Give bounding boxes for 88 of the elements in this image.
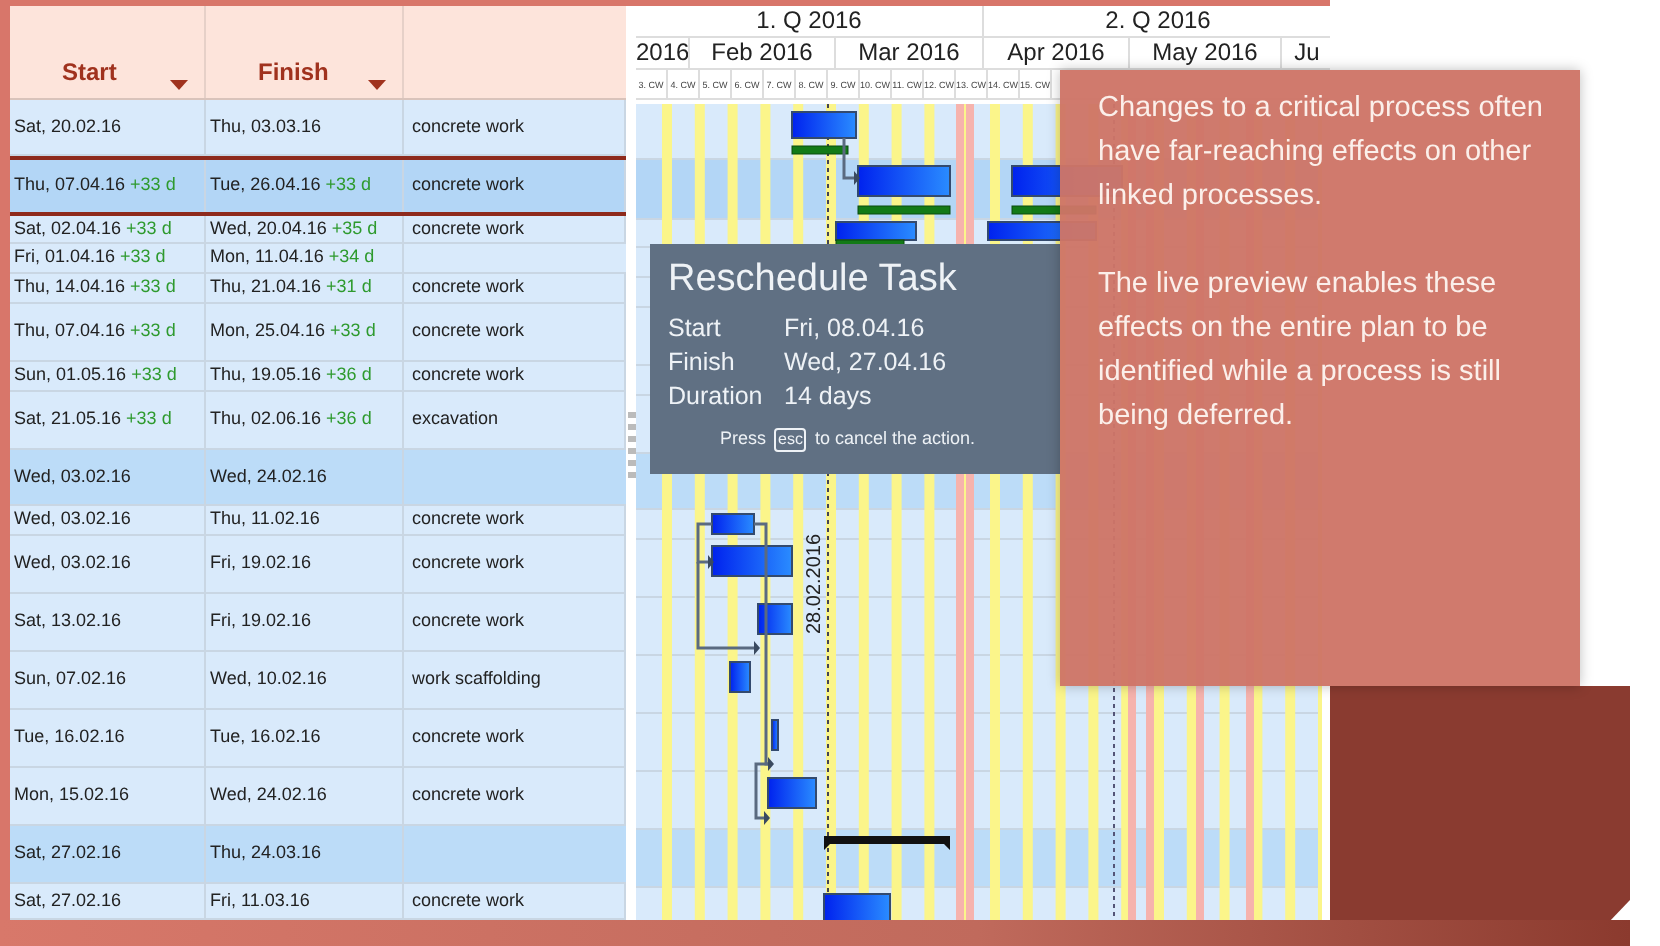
table-row[interactable]: Wed, 03.02.16 Wed, 24.02.16 bbox=[10, 450, 626, 506]
table-cell: Wed, 03.02.16 bbox=[10, 536, 206, 592]
table-cell: Thu, 11.02.16 bbox=[206, 506, 404, 534]
table-row[interactable]: Thu, 07.04.16 +33 d Tue, 26.04.16 +33 d concrete work bbox=[10, 156, 626, 216]
dependency-arrow bbox=[842, 138, 860, 185]
table-row[interactable]: Sat, 27.02.16 Fri, 11.03.16 concrete work bbox=[10, 884, 626, 920]
table-cell: Sun, 01.05.16 +33 d bbox=[10, 362, 206, 390]
table-row[interactable]: Mon, 15.02.16 Wed, 24.02.16 concrete work bbox=[10, 768, 626, 826]
callout-paragraph: The live preview enables these effects on the entire plan to be identified while a process is still being deferred. bbox=[1098, 266, 1503, 436]
task-bar bbox=[711, 545, 793, 577]
month-label: 2016 bbox=[636, 38, 690, 68]
table-cell: Wed, 20.04.16 +35 d bbox=[206, 216, 404, 242]
table-cell: Fri, 19.02.16 bbox=[206, 536, 404, 592]
task-bar bbox=[767, 777, 817, 809]
table-cell: Thu, 14.04.16 +33 d bbox=[10, 274, 206, 302]
key-cap: esc bbox=[774, 427, 807, 452]
task-bar bbox=[857, 165, 951, 197]
table-cell: Wed, 24.02.16 bbox=[206, 768, 404, 824]
caret-icon[interactable] bbox=[368, 80, 386, 90]
table-cell: Thu, 02.06.16 +36 d bbox=[206, 392, 404, 448]
table-cell: Thu, 21.04.16 +31 d bbox=[206, 274, 404, 302]
month-label: Apr 2016 bbox=[984, 38, 1130, 68]
column-header[interactable]: Finish bbox=[258, 54, 329, 90]
table-row[interactable]: Thu, 07.04.16 +33 d Mon, 25.04.16 +33 d concrete work bbox=[10, 304, 626, 362]
table-row[interactable]: Thu, 14.04.16 +33 d Thu, 21.04.16 +31 d concrete work bbox=[10, 274, 626, 304]
table-cell: Tue, 26.04.16 +33 d bbox=[206, 160, 404, 212]
field-value: 14 days bbox=[784, 380, 872, 414]
task-bar bbox=[757, 603, 793, 635]
field-label: Start bbox=[668, 312, 723, 346]
month-label: Mar 2016 bbox=[836, 38, 984, 68]
table-cell: Sat, 27.02.16 bbox=[10, 884, 206, 918]
hint-text: Press bbox=[720, 426, 767, 452]
table-cell: Sat, 02.04.16 +33 d bbox=[10, 216, 206, 242]
table-row[interactable]: Fri, 01.04.16 +33 d Mon, 11.04.16 +34 d bbox=[10, 244, 626, 274]
table-cell: Sun, 07.02.16 bbox=[10, 652, 206, 708]
table-cell: Thu, 07.04.16 +33 d bbox=[10, 304, 206, 360]
task-bar bbox=[771, 719, 779, 751]
table-cell: Fri, 01.04.16 +33 d bbox=[10, 244, 206, 272]
table-cell: Wed, 24.02.16 bbox=[206, 450, 404, 504]
table-cell: Fri, 11.03.16 bbox=[206, 884, 404, 918]
table-cell: Mon, 11.04.16 +34 d bbox=[206, 244, 404, 272]
table-row[interactable]: Sat, 13.02.16 Fri, 19.02.16 concrete work bbox=[10, 594, 626, 652]
table-row[interactable]: Sun, 01.05.16 +33 d Thu, 19.05.16 +36 d concrete work bbox=[10, 362, 626, 392]
field-value: Wed, 27.04.16 bbox=[784, 346, 947, 380]
table-cell: Sat, 27.02.16 bbox=[10, 826, 206, 882]
table-row[interactable]: Wed, 03.02.16 Fri, 19.02.16 concrete work bbox=[10, 536, 626, 594]
table-cell: Wed, 10.02.16 bbox=[206, 652, 404, 708]
table-row[interactable]: Sat, 27.02.16 Thu, 24.03.16 bbox=[10, 826, 626, 884]
table-cell: Sat, 20.02.16 bbox=[10, 100, 206, 154]
table-row[interactable]: Sat, 21.05.16 +33 d Thu, 02.06.16 +36 d excavation bbox=[10, 392, 626, 450]
table-cell: Mon, 25.04.16 +33 d bbox=[206, 304, 404, 360]
table-row[interactable]: Sun, 07.02.16 Wed, 10.02.16 work scaffolding bbox=[10, 652, 626, 710]
table-cell: Tue, 16.02.16 bbox=[206, 710, 404, 766]
hint-text: to cancel the action. bbox=[814, 426, 976, 452]
table-cell: Thu, 24.03.16 bbox=[206, 826, 404, 882]
column-header[interactable]: Start bbox=[62, 54, 117, 90]
table-row[interactable]: Sat, 02.04.16 +33 d Wed, 20.04.16 +35 d concrete work bbox=[10, 216, 626, 244]
table-cell: Thu, 03.03.16 bbox=[206, 100, 404, 154]
month-label: Feb 2016 bbox=[690, 38, 836, 68]
task-bar bbox=[729, 661, 751, 693]
grip-icon[interactable] bbox=[627, 412, 635, 480]
table-row[interactable]: Sat, 20.02.16 Thu, 03.03.16 concrete work bbox=[10, 100, 626, 156]
table-cell: Mon, 15.02.16 bbox=[10, 768, 206, 824]
task-bar bbox=[791, 111, 857, 139]
table-cell: Sat, 13.02.16 bbox=[10, 594, 206, 650]
callout-paragraph: Changes to a critical process often have far-reaching effects on other linked processes. bbox=[1098, 90, 1544, 216]
table-cell: Sat, 21.05.16 +33 d bbox=[10, 392, 206, 448]
month-label: May 2016 bbox=[1130, 38, 1282, 68]
table-cell: Thu, 07.04.16 +33 d bbox=[10, 160, 206, 212]
summary-bracket bbox=[824, 836, 950, 850]
tooltip-title: Reschedule Task bbox=[668, 256, 959, 304]
field-label: Finish bbox=[668, 346, 737, 380]
table-cell: Wed, 03.02.16 bbox=[10, 506, 206, 534]
table-row[interactable]: Tue, 16.02.16 Tue, 16.02.16 concrete work bbox=[10, 710, 626, 768]
task-bar bbox=[835, 221, 917, 241]
field-value: Fri, 08.04.16 bbox=[784, 312, 925, 346]
table-cell: Fri, 19.02.16 bbox=[206, 594, 404, 650]
caret-icon[interactable] bbox=[170, 80, 188, 90]
quarter-label: 1. Q 2016 bbox=[636, 6, 984, 36]
field-label: Duration bbox=[668, 380, 765, 414]
table-cell: Wed, 03.02.16 bbox=[10, 450, 206, 504]
quarter-label: 2. Q 2016 bbox=[984, 6, 1330, 36]
date-marker-label: 28.02.2016 bbox=[804, 533, 826, 634]
table-row[interactable]: Wed, 03.02.16 Thu, 11.02.16 concrete work bbox=[10, 506, 626, 536]
task-bar bbox=[711, 513, 755, 535]
month-label: Ju bbox=[1282, 38, 1330, 68]
table-cell: Tue, 16.02.16 bbox=[10, 710, 206, 766]
table-cell: Thu, 19.05.16 +36 d bbox=[206, 362, 404, 390]
